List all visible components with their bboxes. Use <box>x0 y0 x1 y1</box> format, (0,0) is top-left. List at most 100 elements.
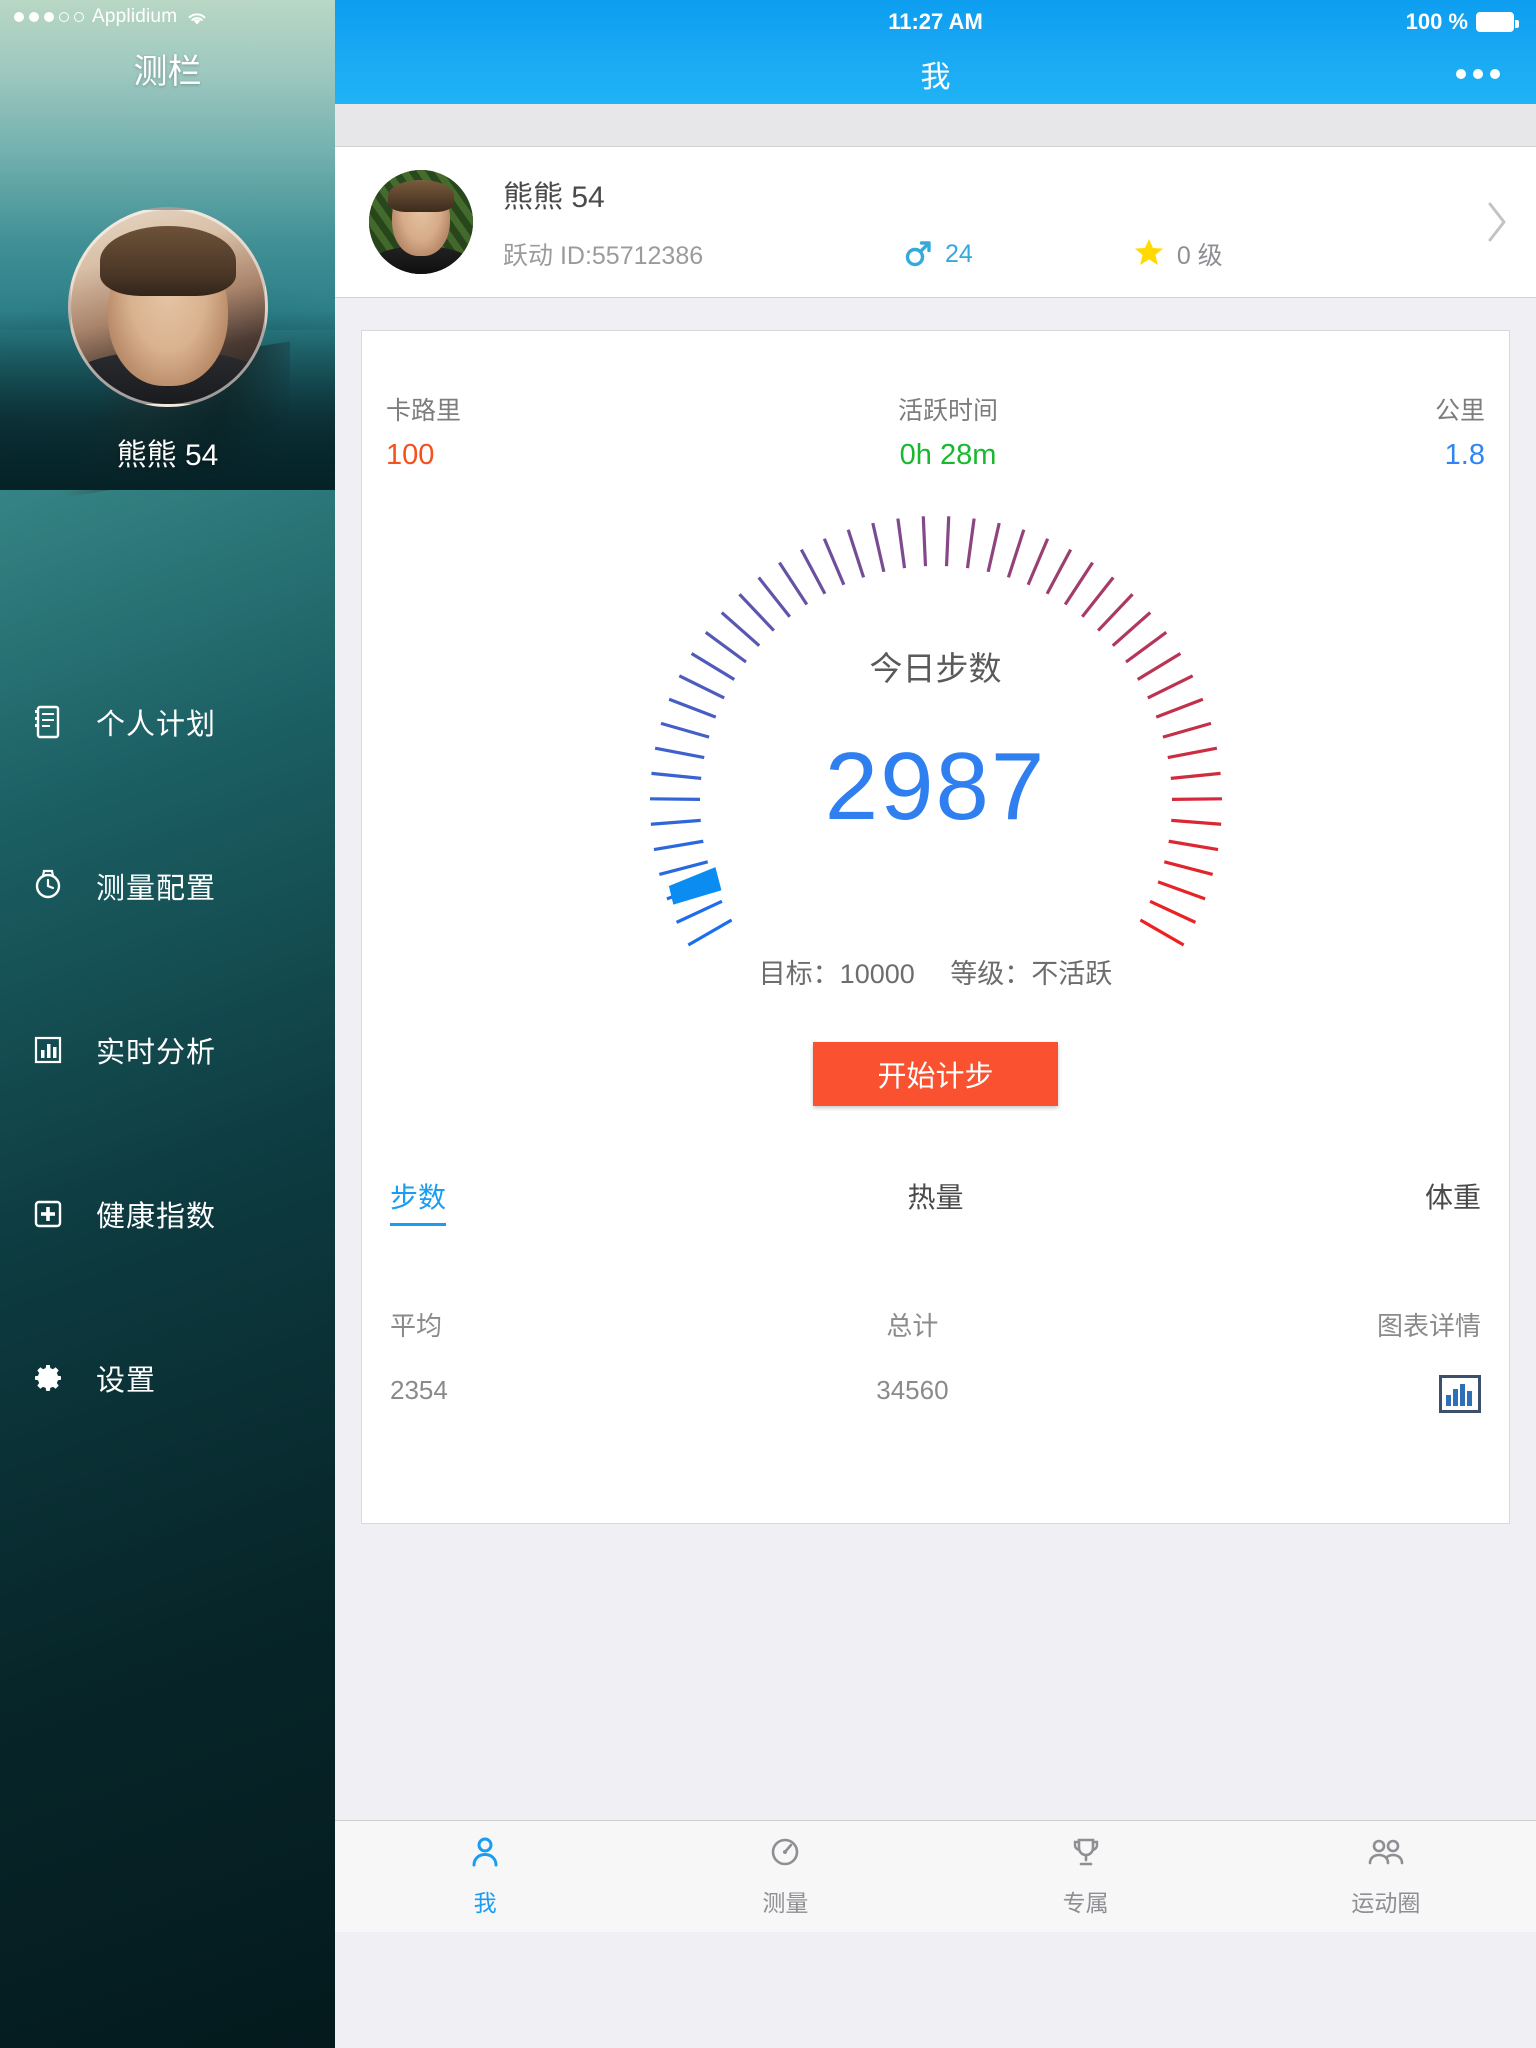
gauge-tick <box>895 518 906 569</box>
battery-icon <box>1476 12 1519 32</box>
ellipsis-icon[interactable] <box>1456 69 1500 79</box>
gauge-tick <box>687 918 732 947</box>
gauge-tick <box>944 516 950 567</box>
sidebar-item-realtime-analysis[interactable]: 实时分析 <box>0 968 335 1132</box>
tab-steps[interactable]: 步数 <box>390 1176 447 1226</box>
summary-total-value: 34560 <box>876 1375 949 1405</box>
gauge-tick <box>653 839 704 852</box>
phone-nav-bar: 我 <box>335 44 1536 104</box>
gauge-tick <box>1155 697 1203 719</box>
profile-info: 熊熊 54 跃动 ID:55712386 24 0 级 <box>503 172 1474 273</box>
gauge-tick <box>1148 899 1196 924</box>
metric-tabs: 步数 热量 体重 <box>362 1176 1509 1226</box>
app-screen: Applidium 测栏 熊熊 54 个人计划 测量配置 实时分析 健康指数 设… <box>0 0 1536 2048</box>
sidebar-item-label: 实时分析 <box>96 1037 217 1069</box>
activity-card: 卡路里 100 活跃时间 0h 28m 公里 1.8 今日步数 2987 目标：… <box>361 330 1510 1524</box>
gauge-title: 今日步数 <box>869 650 1002 687</box>
stat-value: 0h 28m <box>899 439 997 471</box>
sidebar-menu: 个人计划 测量配置 实时分析 健康指数 设置 <box>0 640 335 1460</box>
steps-gauge: 今日步数 2987 目标：10000 等级：不活跃 <box>362 482 1509 1132</box>
sidebar-item-label: 设置 <box>96 1365 157 1397</box>
gauge-tick <box>1045 548 1072 595</box>
tabbar-item-exclusive[interactable]: 专属 <box>936 1821 1236 1932</box>
wifi-icon <box>185 9 207 25</box>
gauge-tick <box>1026 538 1049 586</box>
age-value: 24 <box>945 239 973 268</box>
sidebar-status-bar: Applidium <box>0 0 335 34</box>
summary-average-label: 平均 <box>390 1311 443 1341</box>
page-body: 熊熊 54 跃动 ID:55712386 24 0 级 卡路里 100 活跃时间… <box>335 104 1536 1932</box>
watch-icon <box>30 868 66 904</box>
summary-chart-detail[interactable]: 图表详情 <box>1377 1306 1481 1413</box>
gauge-tick <box>1167 839 1218 852</box>
tabbar-item-me[interactable]: 我 <box>335 1821 635 1932</box>
gauge-tick <box>965 518 976 569</box>
tabbar-label: 专属 <box>1062 1890 1109 1916</box>
gauge-tick <box>870 522 885 573</box>
status-time: 11:27 AM <box>888 9 983 34</box>
tabbar-label: 测量 <box>762 1890 809 1916</box>
phone-status-bar: 11:27 AM 100 % <box>335 0 1536 44</box>
bar-chart-icon <box>30 1032 66 1068</box>
bottom-tab-bar: 我 测量 专属 运动圈 <box>335 1820 1536 1932</box>
gauge-goal-label: 目标：10000 <box>758 959 915 989</box>
sidebar-item-label: 健康指数 <box>96 1201 217 1233</box>
gauge-tick <box>1139 918 1184 947</box>
tab-calories[interactable]: 热量 <box>907 1176 963 1226</box>
sidebar-item-measure-config[interactable]: 测量配置 <box>0 804 335 968</box>
top-spacer <box>335 104 1536 146</box>
tab-weight[interactable]: 体重 <box>1425 1176 1481 1226</box>
profile-row[interactable]: 熊熊 54 跃动 ID:55712386 24 0 级 <box>335 146 1536 298</box>
avatar-hair <box>99 225 236 296</box>
summary-row: 平均 2354 总计 34560 图表详情 <box>362 1306 1509 1413</box>
battery-indicator: 100 % <box>1406 9 1519 35</box>
gauge-tick <box>720 611 760 647</box>
gauge-tick <box>658 860 708 877</box>
level-value: 0 级 <box>1176 242 1223 270</box>
sidebar-item-health-index[interactable]: 健康指数 <box>0 1132 335 1296</box>
tabbar-item-sports-circle[interactable]: 运动圈 <box>1236 1821 1536 1932</box>
sidebar-item-settings[interactable]: 设置 <box>0 1296 335 1460</box>
stat-distance: 公里 1.8 <box>1435 391 1485 472</box>
tabbar-label: 运动圈 <box>1351 1890 1421 1916</box>
gauge-sub-labels: 目标：10000 等级：不活跃 <box>362 952 1509 991</box>
gauge-tick <box>668 697 716 719</box>
summary-average-value: 2354 <box>390 1375 448 1405</box>
people-icon <box>1367 1835 1405 1874</box>
summary-chart-detail-label: 图表详情 <box>1376 1311 1481 1341</box>
gauge-tick <box>1157 880 1206 901</box>
male-icon <box>903 236 933 273</box>
chevron-right-icon[interactable] <box>1484 199 1510 245</box>
gauge-tick <box>1006 529 1025 578</box>
profile-name: 熊熊 54 <box>503 180 605 214</box>
signal-strength-icon <box>14 12 84 22</box>
trophy-icon <box>1069 1835 1103 1874</box>
gauge-tick <box>737 593 775 632</box>
gauge-tick <box>675 899 723 924</box>
gauge-tick <box>986 522 1001 573</box>
gauge-tick <box>822 538 845 586</box>
gauge-tick <box>756 576 791 618</box>
sidebar-item-personal-plan[interactable]: 个人计划 <box>0 640 335 804</box>
medical-cross-icon <box>30 1196 66 1232</box>
sidebar-title: 测栏 <box>133 53 202 91</box>
sidebar-avatar[interactable] <box>67 207 268 407</box>
page-title: 我 <box>920 61 951 94</box>
gear-icon <box>30 1360 66 1396</box>
sidebar-user-name: 熊熊 54 <box>116 439 219 472</box>
gauge-level-label: 等级：不活跃 <box>950 959 1113 989</box>
stat-active-time: 活跃时间 0h 28m <box>898 391 998 472</box>
gauge-tick <box>921 516 927 567</box>
tabbar-item-measure[interactable]: 测量 <box>635 1821 935 1932</box>
gauge-tick <box>1096 593 1134 632</box>
stat-label: 卡路里 <box>386 397 462 425</box>
profile-meta-row: 跃动 ID:55712386 24 0 级 <box>503 236 1474 273</box>
avatar[interactable] <box>369 170 473 274</box>
chart-detail-icon[interactable] <box>1438 1375 1481 1413</box>
carrier-label: Applidium <box>92 6 178 27</box>
card-bottom-spacer <box>362 1413 1509 1523</box>
stat-label: 活跃时间 <box>897 397 998 425</box>
summary-average: 平均 2354 <box>390 1306 448 1413</box>
tabbar-label: 我 <box>473 1890 497 1916</box>
stat-value: 1.8 <box>1444 439 1485 471</box>
